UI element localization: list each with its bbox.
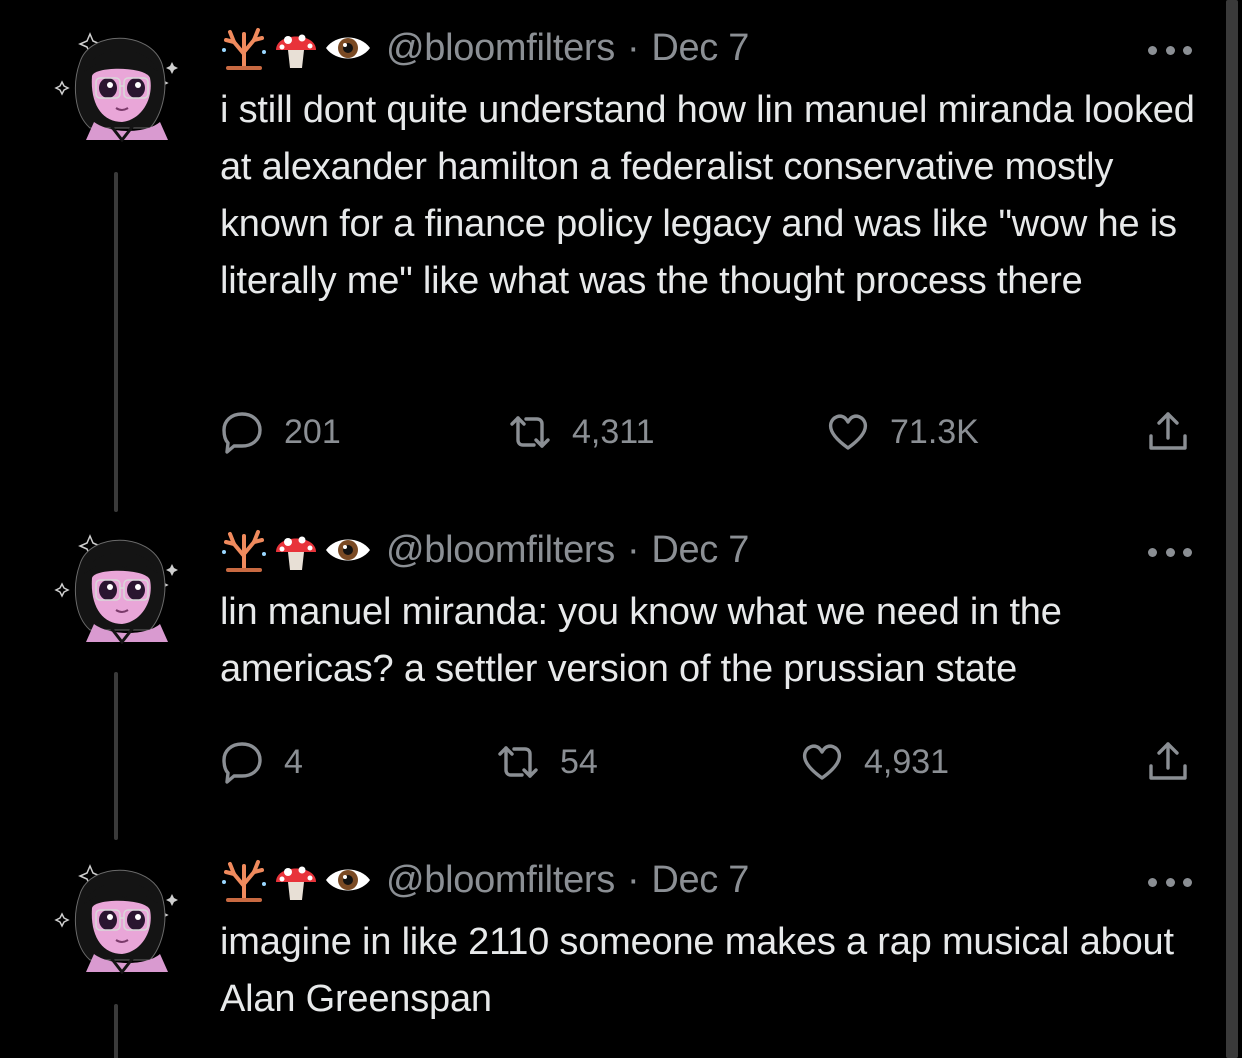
eye-emoji (324, 24, 372, 72)
like-count: 71.3K (890, 412, 979, 451)
tweet-1[interactable]: @bloomfilters · Dec 7 i still dont quite… (0, 0, 1222, 512)
eye-emoji (324, 856, 372, 904)
separator-dot: · (626, 858, 640, 901)
tweet-date[interactable]: Dec 7 (651, 27, 749, 70)
thread-connector-line (114, 1004, 118, 1058)
more-options-icon[interactable] (1148, 542, 1192, 562)
tweet-date[interactable]: Dec 7 (651, 529, 749, 572)
share-icon (1146, 740, 1190, 784)
like-button[interactable]: 4,931 (800, 740, 949, 784)
separator-dot: · (626, 528, 640, 571)
share-button[interactable] (1146, 410, 1190, 454)
user-handle[interactable]: @bloomfilters (386, 27, 615, 70)
tweet-header: @bloomfilters · Dec 7 (220, 855, 749, 905)
reply-icon (220, 740, 264, 784)
retweet-icon (508, 410, 552, 454)
retweet-icon (496, 740, 540, 784)
tweet-text: i still dont quite understand how lin ma… (220, 89, 1195, 302)
avatar[interactable] (50, 22, 186, 142)
user-handle[interactable]: @bloomfilters (386, 529, 615, 572)
mushroom-emoji (272, 24, 320, 72)
share-button[interactable] (1146, 740, 1190, 784)
eye-emoji (324, 526, 372, 574)
tweet-header: @bloomfilters · Dec 7 (220, 23, 749, 73)
coral-emoji (220, 526, 268, 574)
avatar[interactable] (50, 524, 186, 644)
reply-button[interactable]: 201 (220, 410, 341, 454)
retweet-count: 4,311 (572, 412, 655, 451)
user-handle[interactable]: @bloomfilters (386, 859, 615, 902)
tweet-text: imagine in like 2110 someone makes a rap… (220, 921, 1174, 1020)
avatar[interactable] (50, 854, 186, 974)
tweet-2[interactable]: @bloomfilters · Dec 7 lin manuel miranda… (0, 500, 1222, 840)
coral-emoji (220, 856, 268, 904)
like-icon (800, 740, 844, 784)
like-count: 4,931 (864, 742, 950, 781)
more-options-icon[interactable] (1148, 40, 1192, 60)
thread-connector-line (114, 672, 118, 840)
separator-dot: · (626, 26, 640, 69)
reply-count: 4 (284, 742, 303, 781)
reply-button[interactable]: 4 (220, 740, 303, 784)
like-button[interactable]: 71.3K (826, 410, 979, 454)
thread-connector-line (114, 172, 118, 512)
tweet-date[interactable]: Dec 7 (651, 859, 749, 902)
tweet-header: @bloomfilters · Dec 7 (220, 525, 749, 575)
mushroom-emoji (272, 526, 320, 574)
like-icon (826, 410, 870, 454)
tweet-thread: @bloomfilters · Dec 7 i still dont quite… (0, 0, 1222, 1058)
scrollbar-thumb[interactable] (1226, 0, 1238, 1058)
tweet-actions: 4 54 4,931 (220, 740, 1200, 784)
retweet-button[interactable]: 54 (496, 740, 598, 784)
reply-count: 201 (284, 412, 341, 451)
more-options-icon[interactable] (1148, 872, 1192, 892)
reply-icon (220, 410, 264, 454)
share-icon (1146, 410, 1190, 454)
tweet-text: lin manuel miranda: you know what we nee… (220, 591, 1062, 690)
mushroom-emoji (272, 856, 320, 904)
retweet-button[interactable]: 4,311 (508, 410, 655, 454)
tweet-actions: 201 4,311 71.3K (220, 410, 1200, 454)
tweet-3[interactable]: @bloomfilters · Dec 7 imagine in like 21… (0, 830, 1222, 1058)
coral-emoji (220, 24, 268, 72)
scrollbar[interactable] (1222, 0, 1242, 1058)
retweet-count: 54 (560, 742, 598, 781)
